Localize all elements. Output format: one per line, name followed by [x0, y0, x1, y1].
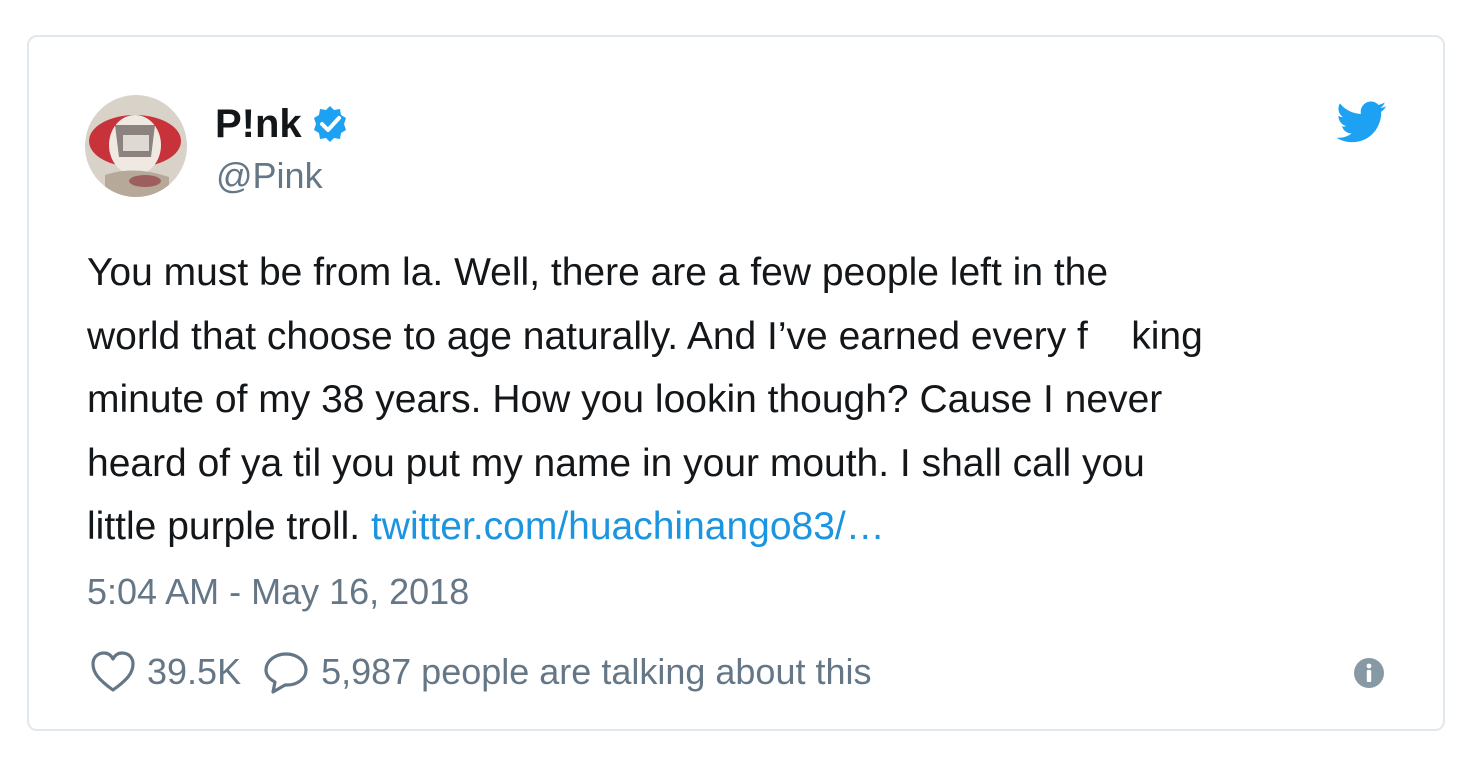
- timestamp[interactable]: 5:04 AM - May 16, 2018: [87, 569, 469, 615]
- tweet-text-line: heard of ya til you put my name in your …: [87, 441, 1145, 485]
- twitter-bird-icon[interactable]: [1336, 101, 1387, 145]
- tweet-text-line: world that choose to age naturally. And …: [87, 314, 1203, 358]
- likes-count[interactable]: 39.5K: [147, 651, 241, 693]
- avatar[interactable]: [85, 95, 187, 197]
- user-handle[interactable]: @Pink: [216, 153, 323, 199]
- talking-count[interactable]: 5,987: [321, 651, 411, 693]
- talking-label[interactable]: people are talking about this: [421, 651, 871, 693]
- tweet-card: P!nk @Pink You must be from la. Well, th…: [27, 35, 1445, 731]
- speech-bubble-icon[interactable]: [261, 648, 311, 696]
- tweet-text: You must be from la. Well, there are a f…: [87, 241, 1427, 559]
- tweet-text-line: You must be from la. Well, there are a f…: [87, 251, 1109, 294]
- name-row: P!nk: [215, 99, 350, 149]
- verified-badge-icon: [310, 104, 350, 144]
- heart-icon[interactable]: [89, 648, 137, 696]
- avatar-image: [85, 95, 187, 197]
- tweet-text-line: minute of my 38 years. How you lookin th…: [87, 378, 1163, 421]
- tweet-text-line: little purple troll.: [87, 505, 371, 548]
- info-icon[interactable]: [1353, 657, 1385, 689]
- tweet-link[interactable]: twitter.com/huachinango83/…: [371, 505, 885, 548]
- display-name[interactable]: P!nk: [215, 99, 302, 149]
- action-bar: 39.5K 5,987 people are talking about thi…: [89, 646, 872, 698]
- tweet-text-line-last: little purple troll. twitter.com/huachin…: [87, 495, 1427, 559]
